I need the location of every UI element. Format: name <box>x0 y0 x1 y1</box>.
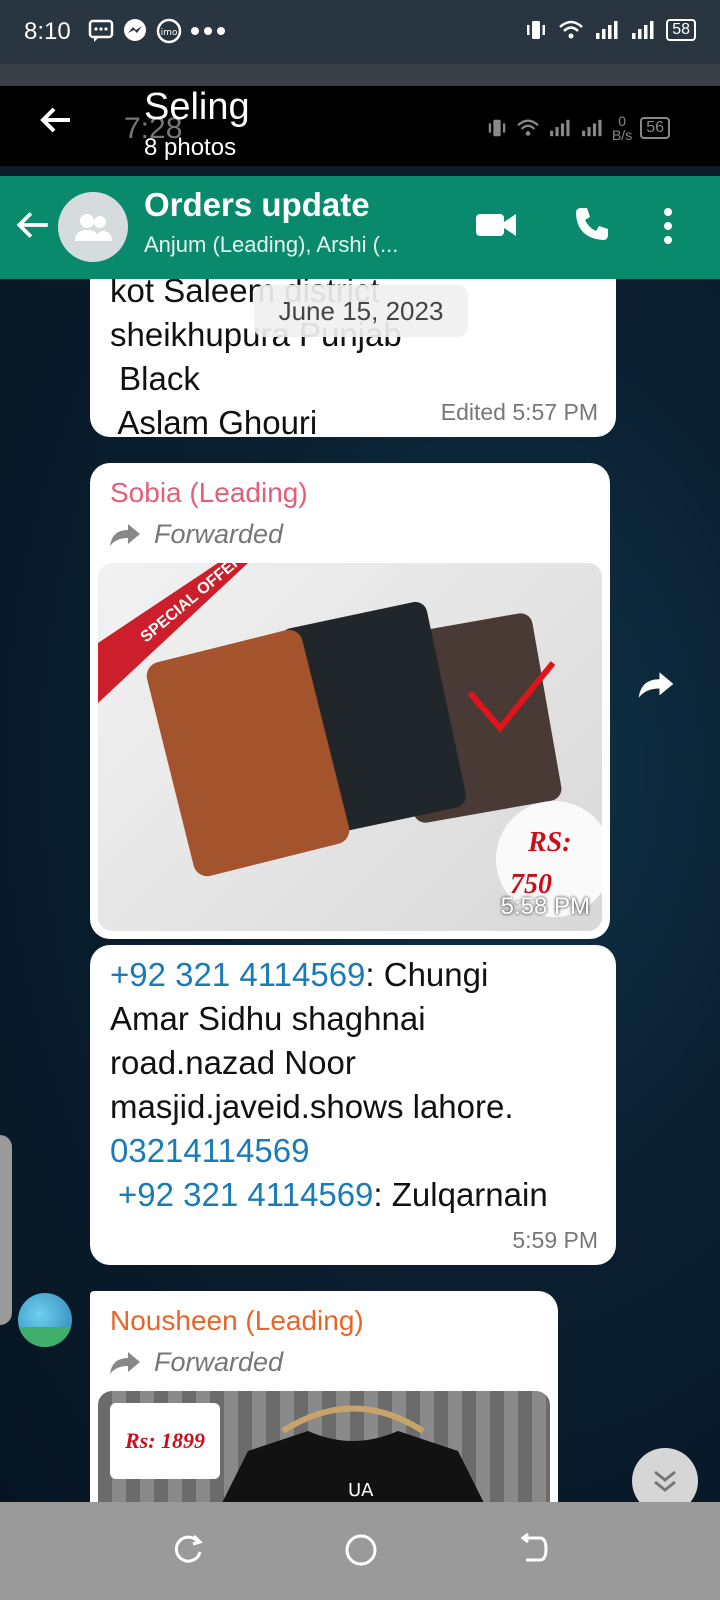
phone-link[interactable]: 03214114569 <box>110 1129 548 1173</box>
forwarded-text: Forwarded <box>154 519 284 549</box>
price-tag: Rs: 1899 <box>110 1403 220 1479</box>
message-time: Edited 5:57 PM <box>440 399 598 425</box>
special-offer-badge: SPECIAL OFFER <box>138 563 247 646</box>
signal-icon-1 <box>596 21 618 39</box>
forward-arrow-icon <box>110 1351 140 1374</box>
wifi-icon <box>559 20 584 39</box>
sender-name: Nousheen (Leading) <box>110 1305 364 1336</box>
photo-time: 5:58 PM <box>500 893 590 920</box>
message-line: Black <box>110 360 200 397</box>
messenger-icon <box>124 19 146 41</box>
gallery-header: 7:28 Seling 8 photos 0 B/s 56 <box>0 86 720 166</box>
message-bubble[interactable]: Sobia (Leading) Forwarded SPECIAL OFFER … <box>90 463 610 939</box>
svg-text:imo: imo <box>161 28 178 38</box>
back-arrow-icon[interactable] <box>14 206 52 244</box>
forwarded-text: Forwarded <box>154 1347 284 1377</box>
navigation-bar <box>0 1502 720 1600</box>
forward-arrow-icon <box>110 523 140 546</box>
sender-avatar[interactable] <box>18 1293 72 1347</box>
gallery-top-strip <box>0 64 720 86</box>
recent-apps-icon[interactable] <box>170 1532 204 1566</box>
more-options-icon[interactable] <box>662 206 674 246</box>
ghost-vibrate-icon <box>488 119 506 137</box>
more-notifications-icon <box>191 27 225 35</box>
status-bar: 8:10 imo 58 <box>0 0 720 64</box>
gallery-back-icon[interactable] <box>38 102 74 138</box>
signal-icon-2 <box>632 21 654 39</box>
date-chip: June 15, 2023 <box>254 285 468 337</box>
battery-indicator: 58 <box>666 19 696 41</box>
video-call-icon[interactable] <box>474 208 518 242</box>
ghost-signal-icon-1 <box>549 119 570 137</box>
ghost-signal-icon-2 <box>581 119 602 137</box>
message-bubble[interactable]: +92 321 4114569: Chungi Amar Sidhu shagh… <box>90 945 616 1265</box>
price-tag-text: Rs: 1899 <box>124 1428 206 1453</box>
message-bubble[interactable]: Nousheen (Leading) Forwarded UA Rs: 1899 <box>90 1291 558 1502</box>
forwarded-label: Forwarded <box>108 1347 283 1378</box>
system-icons: 58 <box>524 18 696 42</box>
svg-text:UA: UA <box>348 1480 374 1501</box>
ghost-speed-unit: B/s <box>611 127 633 143</box>
forward-shortcut-icon[interactable] <box>636 670 676 700</box>
vibrate-icon <box>527 21 546 39</box>
back-nav-icon[interactable] <box>516 1532 550 1566</box>
sender-name: Sobia (Leading) <box>110 477 308 508</box>
price-label: RS: <box>527 827 572 858</box>
message-line: Amar Sidhu shaghnai <box>110 1000 426 1037</box>
ghost-wifi-icon <box>517 119 539 136</box>
forwarded-label: Forwarded <box>108 519 283 550</box>
chat-area[interactable]: kot Saleem district sheikhupura Punjab B… <box>0 279 720 1502</box>
ghost-data-speed: 0 B/s <box>612 114 632 142</box>
phone-link[interactable]: +92 321 4114569 <box>110 956 365 993</box>
group-name[interactable]: Orders update <box>144 186 370 224</box>
message-line: road.nazad Noor <box>110 1044 356 1081</box>
message-text: +92 321 4114569: Chungi Amar Sidhu shagh… <box>110 953 548 1217</box>
double-chevron-down-icon <box>654 1470 676 1492</box>
wallet-image: SPECIAL OFFER RS: 750 <box>98 563 602 917</box>
phone-link[interactable]: +92 321 4114569 <box>118 1176 373 1213</box>
product-photo[interactable]: UA Rs: 1899 <box>98 1391 550 1502</box>
product-photo[interactable]: SPECIAL OFFER RS: 750 5:58 PM <box>98 563 602 931</box>
message-icon <box>88 19 114 42</box>
voice-call-icon[interactable] <box>572 204 612 244</box>
home-icon[interactable] <box>343 1532 379 1568</box>
status-time: 8:10 <box>24 18 71 45</box>
ghost-system-icons: 0 B/s 56 <box>486 114 670 142</box>
message-line: masjid.javeid.shows lahore. <box>110 1088 514 1125</box>
group-icon <box>75 214 112 241</box>
message-line: : Zulqarnain <box>373 1176 548 1213</box>
group-avatar[interactable] <box>58 192 128 262</box>
message-line: : Chungi <box>365 956 489 993</box>
gallery-subtitle: 8 photos <box>144 134 237 161</box>
ghost-battery-indicator: 56 <box>640 117 670 139</box>
gallery-title: Seling <box>144 86 250 128</box>
notification-icons: imo <box>88 18 226 44</box>
edge-panel-handle[interactable] <box>0 1135 12 1325</box>
chat-app-bar: Orders update Anjum (Leading), Arshi (..… <box>0 176 720 279</box>
group-members[interactable]: Anjum (Leading), Arshi (... <box>144 232 398 258</box>
message-line: Aslam Ghouri <box>110 404 318 441</box>
ghost-speed-value: 0 <box>618 113 626 129</box>
imo-icon: imo <box>156 18 182 44</box>
message-time: 5:59 PM <box>512 1227 598 1253</box>
